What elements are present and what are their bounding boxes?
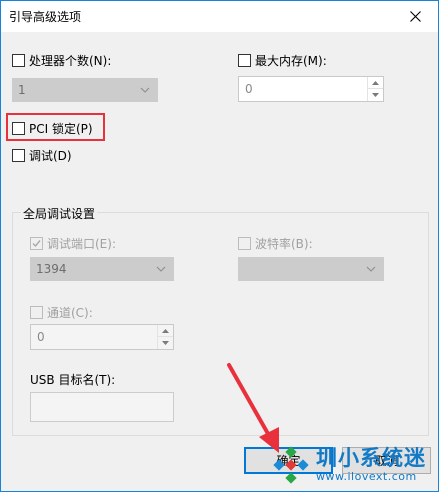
caret-up-icon [162, 328, 169, 333]
debug-port-checkbox-row[interactable]: 调试端口(E): [30, 235, 116, 252]
channel-decrement[interactable] [158, 337, 173, 349]
max-memory-spin-buttons [367, 77, 383, 101]
baud-rate-checkbox[interactable] [238, 237, 251, 250]
channel-checkbox-row[interactable]: 通道(C): [30, 304, 93, 321]
caret-down-icon [372, 93, 379, 97]
debug-checkbox-row[interactable]: 调试(D) [12, 147, 72, 164]
pci-lock-label: PCI 锁定(P) [29, 122, 93, 136]
debug-label: 调试(D) [29, 149, 72, 163]
channel-label: 通道(C): [47, 306, 93, 320]
debug-port-label: 调试端口(E): [47, 237, 116, 251]
baud-rate-select[interactable] [238, 257, 384, 281]
channel-spin-buttons [157, 325, 173, 349]
max-memory-spinner[interactable]: 0 [238, 76, 384, 102]
max-memory-value: 0 [245, 82, 253, 96]
watermark: 圳小系统迷 www.ilovext.com [270, 437, 439, 492]
debug-port-value: 1394 [36, 262, 67, 276]
chevron-down-icon [156, 266, 166, 272]
debug-port-select[interactable]: 1394 [30, 257, 174, 281]
debug-port-checkbox[interactable] [30, 237, 43, 250]
chevron-down-icon [366, 266, 376, 272]
max-memory-decrement[interactable] [368, 89, 383, 101]
debug-checkbox[interactable] [12, 149, 25, 162]
caret-down-icon [162, 341, 169, 345]
baud-rate-checkbox-row[interactable]: 波特率(B): [238, 235, 313, 252]
processors-label: 处理器个数(N): [29, 54, 112, 68]
pci-lock-checkbox[interactable] [12, 122, 25, 135]
max-memory-checkbox[interactable] [238, 54, 251, 67]
channel-value: 0 [37, 330, 45, 344]
close-button[interactable] [392, 1, 438, 32]
global-debug-legend: 全局调试设置 [21, 205, 98, 222]
title-bar: 引导高级选项 [1, 1, 438, 32]
processors-select[interactable]: 1 [12, 78, 158, 102]
processors-checkbox-row[interactable]: 处理器个数(N): [12, 52, 111, 69]
max-memory-checkbox-row[interactable]: 最大内存(M): [238, 52, 327, 69]
channel-checkbox[interactable] [30, 306, 43, 319]
processors-value: 1 [18, 83, 26, 97]
chevron-down-icon [140, 87, 150, 93]
watermark-text: 圳小系统迷 www.ilovext.com [316, 446, 426, 484]
watermark-logo-icon [273, 446, 309, 484]
watermark-main: 圳小系统迷 [316, 446, 426, 470]
channel-spinner[interactable]: 0 [30, 324, 174, 350]
usb-target-input[interactable] [30, 392, 174, 422]
max-memory-increment[interactable] [368, 77, 383, 89]
close-icon [409, 11, 421, 22]
window-title: 引导高级选项 [9, 10, 82, 24]
baud-rate-label: 波特率(B): [255, 237, 313, 251]
channel-increment[interactable] [158, 325, 173, 337]
boot-advanced-options-dialog: 引导高级选项 处理器个数(N): 1 最大内存(M): 0 PCI 锁定(P) … [0, 0, 439, 492]
usb-target-label: USB 目标名(T): [30, 373, 116, 387]
pci-lock-checkbox-row[interactable]: PCI 锁定(P) [12, 120, 93, 137]
max-memory-label: 最大内存(M): [255, 54, 327, 68]
caret-up-icon [372, 80, 379, 85]
processors-checkbox[interactable] [12, 54, 25, 67]
checkmark-icon [32, 240, 41, 248]
watermark-url: www.ilovext.com [316, 470, 417, 483]
